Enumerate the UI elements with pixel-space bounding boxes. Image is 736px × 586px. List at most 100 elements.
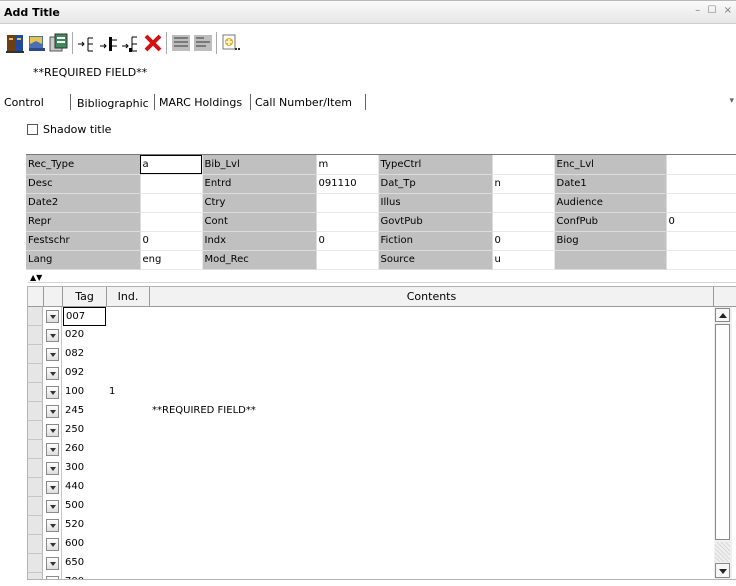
indicator-cell[interactable] [107, 440, 149, 459]
indicator-cell[interactable]: 1 [107, 383, 149, 402]
indicator-cell[interactable] [107, 364, 149, 383]
grid-vertical-scrollbar[interactable] [714, 307, 732, 579]
fixed-field-value[interactable]: eng [140, 250, 203, 270]
fixed-field-value[interactable]: n [492, 174, 555, 194]
delete-field-icon[interactable] [142, 32, 164, 54]
tag-cell[interactable]: 600 [63, 535, 106, 554]
chevron-down-icon[interactable] [46, 310, 59, 323]
panel-splitter[interactable]: ▲▼ [28, 274, 736, 284]
chevron-down-icon[interactable] [46, 519, 59, 532]
tag-cell[interactable]: 260 [63, 440, 106, 459]
fixed-field-value[interactable]: 091110 [316, 174, 379, 194]
fixed-field-value[interactable]: 0 [666, 212, 736, 232]
tag-cell[interactable]: 700 [63, 573, 106, 579]
row-header[interactable] [28, 440, 43, 459]
bookmark-icon[interactable] [26, 32, 48, 54]
contents-cell[interactable] [150, 573, 710, 579]
header-ind[interactable]: Ind. [107, 287, 150, 306]
contents-cell[interactable] [150, 421, 710, 440]
tag-cell[interactable]: 100 [63, 383, 106, 402]
table-row[interactable]: 500 [28, 497, 714, 516]
indicator-cell[interactable] [107, 459, 149, 478]
chevron-down-icon[interactable] [46, 348, 59, 361]
table-row[interactable]: 650 [28, 554, 714, 573]
tag-cell[interactable]: 082 [63, 345, 106, 364]
tab-scroll-icon[interactable]: ▾ [729, 96, 734, 106]
tag-cell[interactable]: 440 [63, 478, 106, 497]
chevron-down-icon[interactable] [46, 424, 59, 437]
save-record-icon[interactable] [4, 32, 26, 54]
fixed-field-value[interactable]: 0 [140, 231, 203, 251]
indicator-cell[interactable] [107, 478, 149, 497]
table-row[interactable]: 440 [28, 478, 714, 497]
fixed-field-value[interactable] [492, 212, 555, 232]
splitter-arrows-icon[interactable]: ▲▼ [30, 274, 42, 282]
scroll-track[interactable] [715, 542, 730, 562]
fixed-field-value[interactable] [140, 193, 203, 213]
fixed-field-value[interactable] [666, 231, 736, 251]
row-header[interactable] [28, 478, 43, 497]
table-row[interactable]: 250 [28, 421, 714, 440]
fixed-field-value[interactable] [316, 193, 379, 213]
tag-cell[interactable]: 092 [63, 364, 106, 383]
contents-cell[interactable] [150, 440, 710, 459]
indicator-cell[interactable] [107, 402, 149, 421]
fixed-field-value[interactable]: 0 [316, 231, 379, 251]
chevron-down-icon[interactable] [46, 576, 59, 579]
indicator-cell[interactable] [107, 421, 149, 440]
fixed-field-value[interactable] [316, 212, 379, 232]
shadow-title-checkbox[interactable] [27, 124, 38, 135]
tab-bibliographic[interactable]: Bibliographic [72, 94, 154, 112]
chevron-down-icon[interactable] [46, 500, 59, 513]
scroll-down-icon[interactable] [715, 563, 730, 578]
contents-cell[interactable] [150, 364, 710, 383]
copy-record-icon[interactable] [48, 32, 70, 54]
indicator-cell[interactable] [107, 326, 149, 345]
row-header[interactable] [28, 554, 43, 573]
row-header[interactable] [28, 345, 43, 364]
contents-cell[interactable] [150, 554, 710, 573]
row-header[interactable] [28, 459, 43, 478]
contents-cell[interactable] [150, 516, 710, 535]
tag-cell[interactable]: 650 [63, 554, 106, 573]
fixed-field-value[interactable] [666, 174, 736, 194]
header-contents[interactable]: Contents [150, 287, 714, 306]
indicator-cell[interactable] [107, 554, 149, 573]
chevron-down-icon[interactable] [46, 481, 59, 494]
row-header[interactable] [28, 364, 43, 383]
row-header[interactable] [28, 497, 43, 516]
table-row[interactable]: 700 [28, 573, 714, 579]
fixed-field-value[interactable]: 0 [492, 231, 555, 251]
chevron-down-icon[interactable] [46, 538, 59, 551]
row-header[interactable] [28, 402, 43, 421]
contents-cell[interactable] [150, 478, 710, 497]
tab-control[interactable]: Control [0, 94, 48, 112]
add-item-icon[interactable] [220, 32, 242, 54]
table-row[interactable]: 520 [28, 516, 714, 535]
table-row[interactable]: 600 [28, 535, 714, 554]
tag-cell[interactable]: 520 [63, 516, 106, 535]
row-header[interactable] [28, 326, 43, 345]
validate-record-icon[interactable] [170, 32, 192, 54]
chevron-down-icon[interactable] [46, 557, 59, 570]
tag-cell[interactable]: 250 [63, 421, 106, 440]
contents-cell[interactable] [150, 497, 710, 516]
indicator-cell[interactable] [107, 516, 149, 535]
fixed-field-value[interactable] [316, 250, 379, 270]
chevron-down-icon[interactable] [46, 386, 59, 399]
row-header[interactable] [28, 516, 43, 535]
table-row[interactable]: 245 **REQUIRED FIELD** [28, 402, 714, 421]
tag-cell[interactable]: 300 [63, 459, 106, 478]
tag-cell[interactable]: 500 [63, 497, 106, 516]
contents-cell[interactable]: **REQUIRED FIELD** [150, 402, 710, 421]
header-tag[interactable]: Tag [63, 287, 107, 306]
tab-call-number-item[interactable]: Call Number/Item [251, 94, 356, 112]
fixed-field-value[interactable]: u [492, 250, 555, 270]
fixed-field-value[interactable]: a [140, 155, 203, 175]
fixed-field-value[interactable] [492, 193, 555, 213]
chevron-down-icon[interactable] [46, 443, 59, 456]
indicator-cell[interactable] [107, 307, 149, 326]
chevron-down-icon[interactable] [46, 329, 59, 342]
fixed-field-value[interactable] [666, 193, 736, 213]
fixed-field-value[interactable] [666, 250, 736, 270]
